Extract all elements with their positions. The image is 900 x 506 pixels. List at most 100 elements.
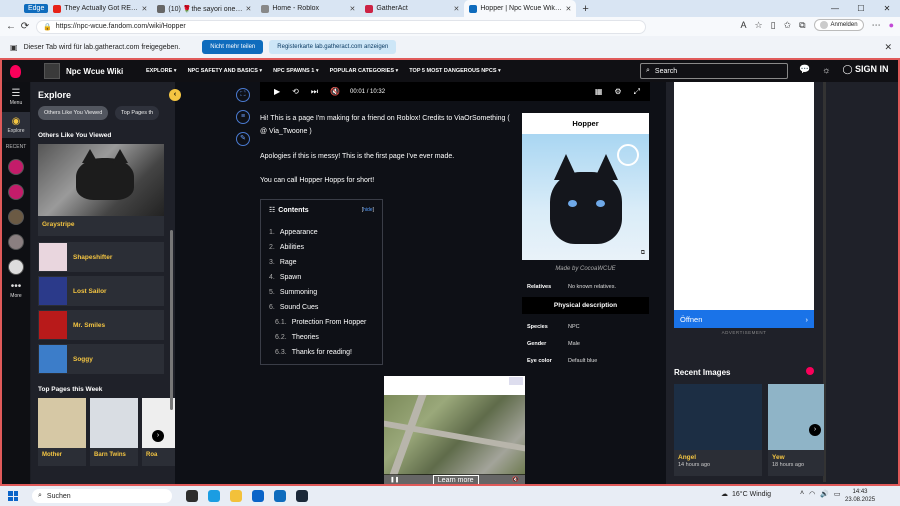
new-tab-button[interactable]: + <box>582 3 588 15</box>
volume-icon[interactable]: 🔊 <box>820 490 829 498</box>
collapse-panel-icon[interactable]: ‹ <box>169 89 181 101</box>
url-field[interactable]: 🔒 https://npc-wcue.fandom.com/wiki/Hopper <box>36 19 646 34</box>
battery-icon[interactable]: ▭ <box>834 490 841 498</box>
read-aloud-icon[interactable]: A <box>741 20 747 30</box>
theme-toggle-icon[interactable]: ☼ <box>822 65 830 75</box>
recent-wiki-5[interactable] <box>8 259 24 275</box>
toc-item[interactable]: 3. Rage <box>269 255 374 270</box>
explorer-icon[interactable] <box>230 490 242 502</box>
learn-more-button[interactable]: Learn more <box>432 474 479 486</box>
grid-icon[interactable]: ▦ <box>595 87 603 97</box>
toc-item[interactable]: 6.2. Theories <box>269 330 374 345</box>
discussions-icon[interactable]: 💬 <box>799 64 810 75</box>
close-window-icon[interactable]: ✕ <box>874 0 900 17</box>
skip-icon[interactable]: ⏭ <box>311 87 318 97</box>
toc-item[interactable]: 5. Summoning <box>269 285 374 300</box>
chevron-up-icon[interactable]: ˄ <box>800 490 804 498</box>
enlarge-icon[interactable]: ⧉ <box>641 250 645 257</box>
show-shared-tab-button[interactable]: Registerkarte lab.gatheract.com anzeigen <box>269 40 397 54</box>
split-screen-icon[interactable]: ▯ <box>771 20 776 31</box>
chip-others-like-you-viewed[interactable]: Others Like You Viewed <box>38 106 109 120</box>
toc-icon[interactable]: ≡ <box>236 110 250 124</box>
close-tab-icon[interactable]: ✕ <box>349 5 355 13</box>
sign-in-button[interactable]: ◯ SIGN IN <box>842 64 888 75</box>
stop-sharing-button[interactable]: Nicht mehr teilen <box>202 40 264 54</box>
replay-icon[interactable]: ⟲ <box>292 87 299 96</box>
hopper-image[interactable]: ⧉ <box>522 134 649 260</box>
refresh-icon[interactable]: ⟳ <box>18 21 32 32</box>
mute-icon[interactable]: 🔇 <box>512 477 519 483</box>
recent-wiki-4[interactable] <box>8 234 24 250</box>
browser-tab-2[interactable]: (10) 🌹the sayori one💔💔✕ <box>152 0 256 17</box>
adchoices-icon[interactable] <box>509 377 523 385</box>
back-icon[interactable]: ← <box>4 21 18 32</box>
fullscreen-icon[interactable]: ⛶ <box>236 88 250 102</box>
close-tab-icon[interactable]: ✕ <box>565 5 571 13</box>
more-options-icon[interactable]: ⋯ <box>872 20 881 31</box>
taskbar-search[interactable]: ⌕ Suchen <box>32 489 172 503</box>
featured-card[interactable]: Graystripe <box>38 144 164 236</box>
toc-item[interactable]: 4. Spawn <box>269 270 374 285</box>
toc-item[interactable]: 6.1. Protection From Hopper <box>269 315 374 330</box>
pause-icon[interactable]: ❚❚ <box>390 477 399 483</box>
menu-button[interactable]: ☰ Menu <box>2 88 30 106</box>
carousel-next-icon[interactable]: › <box>152 430 164 442</box>
toc-item[interactable]: 6. Sound Cues <box>269 300 374 315</box>
store-icon[interactable] <box>252 490 264 502</box>
toc-hide-link[interactable]: [hide] <box>362 207 374 213</box>
collections-icon[interactable]: ⧉ <box>799 20 805 31</box>
nav-npc-spawns[interactable]: NPC SPAWNS 1 ▾ <box>273 68 318 74</box>
wiki-name[interactable]: Npc Wcue Wiki <box>66 67 138 76</box>
carousel-next-icon[interactable]: › <box>809 424 821 436</box>
explore-button[interactable]: ◉ Explore <box>2 112 30 138</box>
sidebar-ad[interactable]: Öffnen › <box>674 82 814 328</box>
settings-gear-icon[interactable]: ⚙ <box>614 87 621 97</box>
lock-icon[interactable]: 🔒 <box>43 23 52 31</box>
browser-tab-4[interactable]: GatherAct ✕ <box>360 0 464 17</box>
clock[interactable]: 14:43 23.08.2025 <box>845 488 875 504</box>
expand-icon[interactable]: ⤢ <box>634 87 640 97</box>
list-item[interactable]: Mr. Smiles <box>38 310 164 340</box>
scrollbar[interactable] <box>170 230 173 410</box>
profile-button[interactable]: Anmelden <box>813 19 864 31</box>
task-view-icon[interactable] <box>186 490 198 502</box>
toc-item[interactable]: 2. Abilities <box>269 240 374 255</box>
outlook-icon[interactable] <box>274 490 286 502</box>
weather-widget[interactable]: ☁ 16°C Windig <box>721 490 771 499</box>
favorites-icon[interactable]: ✩ <box>784 20 792 31</box>
steam-icon[interactable] <box>296 490 308 502</box>
windows-start-icon[interactable] <box>8 491 18 501</box>
list-item[interactable]: Lost Sailor <box>38 276 164 306</box>
close-tab-icon[interactable]: ✕ <box>141 5 147 13</box>
recent-wiki-2[interactable] <box>8 184 24 200</box>
edge-icon[interactable] <box>208 490 220 502</box>
toc-item[interactable]: 1. Appearance <box>269 225 374 240</box>
mute-icon[interactable]: 🔇 <box>330 87 340 96</box>
nav-explore[interactable]: EXPLORE ▾ <box>146 68 177 74</box>
more-button[interactable]: ••• More <box>2 281 30 299</box>
top-page-card[interactable]: Barn Twins <box>90 398 138 466</box>
search-input[interactable]: ⌕ Search <box>640 63 788 79</box>
close-icon[interactable]: ✕ <box>884 42 892 53</box>
edit-icon[interactable]: ✎ <box>236 132 250 146</box>
copilot-icon[interactable]: ● <box>889 20 894 30</box>
nav-popular-categories[interactable]: POPULAR CATEGORIES ▾ <box>330 68 399 74</box>
video-ad[interactable]: ❚❚ Learn more 🔇 <box>384 376 525 486</box>
wifi-icon[interactable]: ◠ <box>809 490 815 498</box>
browser-tab-3[interactable]: Home - Roblox ✕ <box>256 0 360 17</box>
play-icon[interactable]: ▶ <box>274 87 280 96</box>
browser-tab-1[interactable]: They Actually Got REVEALE✕ <box>48 0 152 17</box>
list-item[interactable]: Shapeshifter <box>38 242 164 272</box>
browser-tab-active[interactable]: Hopper | Npc Wcue Wiki | F ✕ <box>464 0 577 17</box>
favorite-star-icon[interactable]: ☆ <box>755 20 763 31</box>
fandom-logo[interactable] <box>2 60 28 82</box>
recent-image-card[interactable]: Angel 14 hours ago <box>674 384 762 476</box>
nav-top-5-dangerous[interactable]: TOP 5 MOST DANGEROUS NPCS ▾ <box>409 68 501 74</box>
toc-item[interactable]: 6.3. Thanks for reading! <box>269 345 374 360</box>
open-button[interactable]: Öffnen › <box>674 310 814 328</box>
nav-npc-safety[interactable]: NPC SAFETY AND BASICS ▾ <box>188 68 263 74</box>
recent-wiki-3[interactable] <box>8 209 24 225</box>
wiki-logo[interactable] <box>44 63 60 79</box>
minimize-icon[interactable]: — <box>822 0 848 17</box>
close-tab-icon[interactable]: ✕ <box>453 5 459 13</box>
